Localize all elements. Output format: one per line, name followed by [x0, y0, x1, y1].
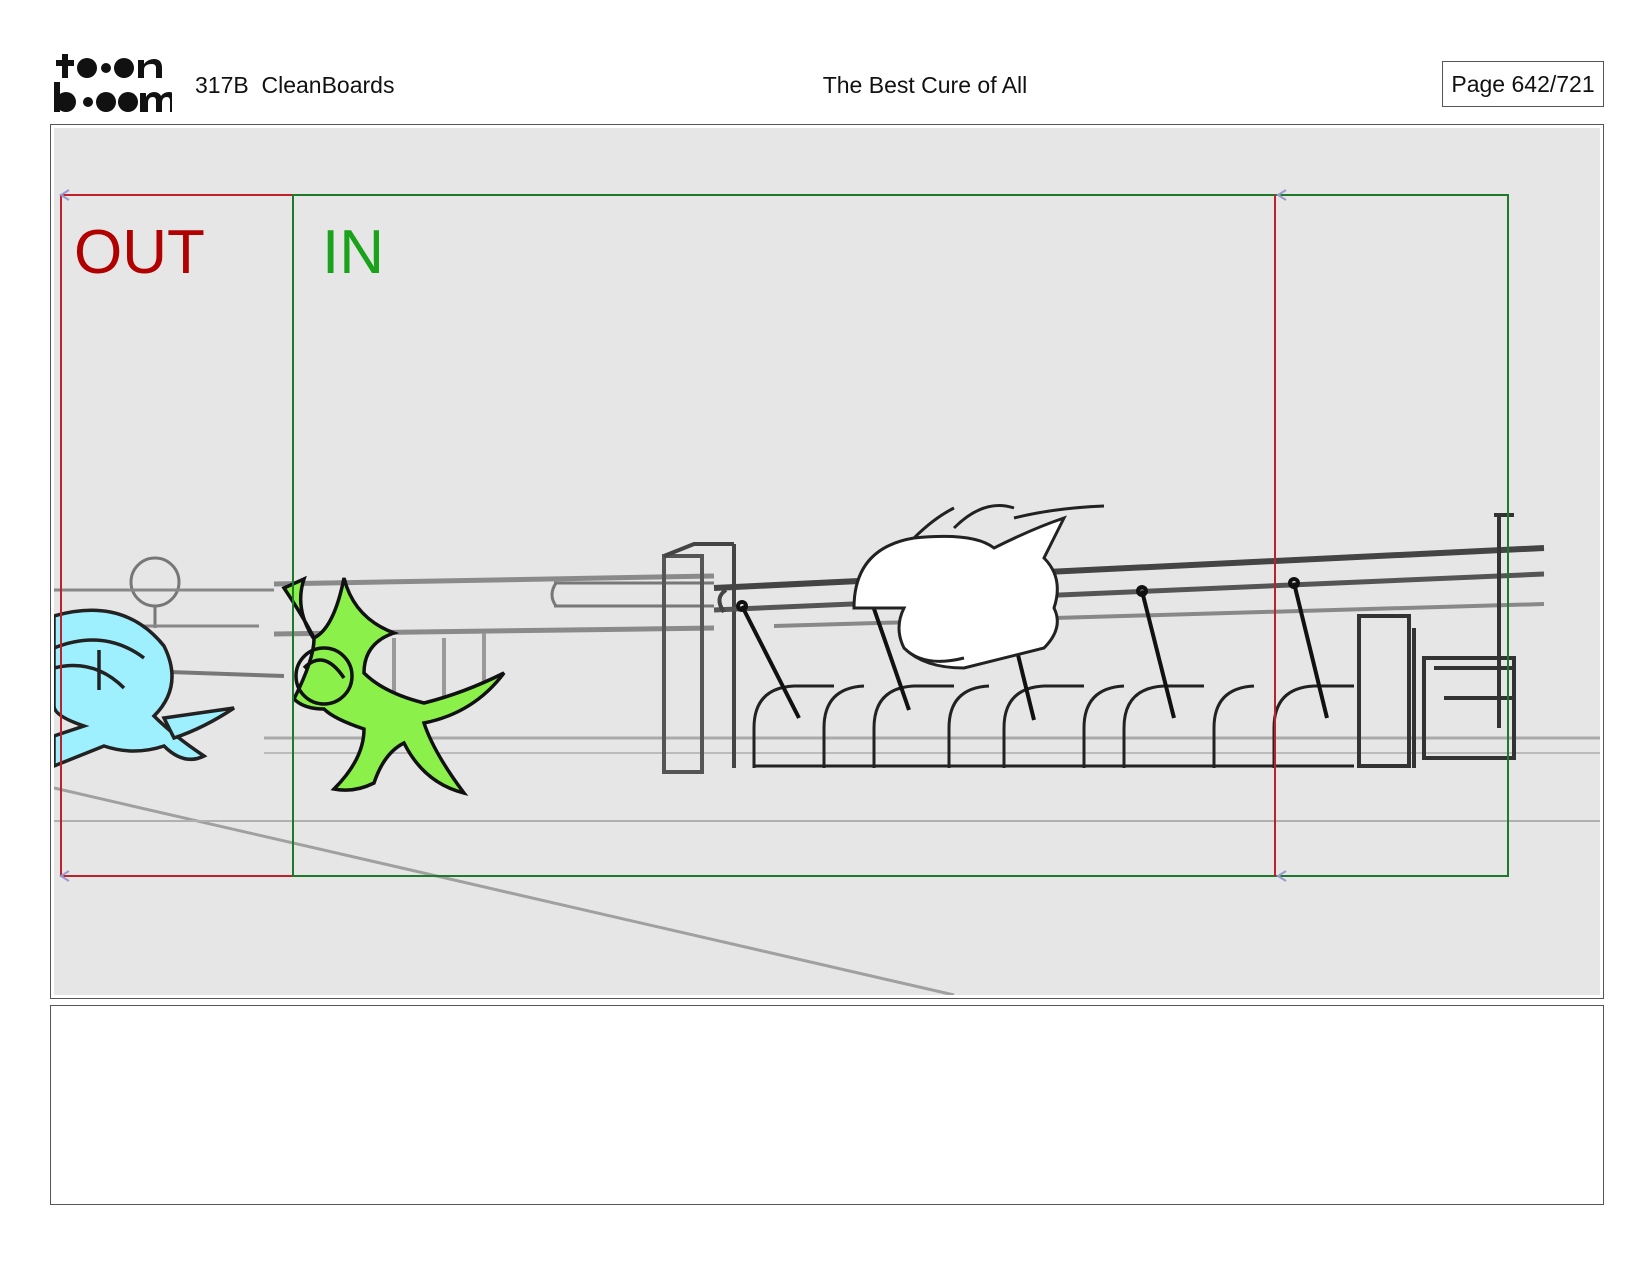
page-header: 317B CleanBoards The Best Cure of All Pa…: [0, 0, 1650, 120]
in-label: IN: [322, 218, 384, 287]
episode-title: The Best Cure of All: [822, 72, 1028, 98]
toonboom-logo-icon: [54, 54, 172, 112]
in-frame: [292, 194, 1509, 877]
panel-artwork: OUT IN: [54, 128, 1600, 995]
panel-notes-box: [50, 1005, 1604, 1205]
storyboard-panel: OUT IN: [50, 124, 1604, 999]
toonboom-logo: [52, 52, 172, 116]
out-label: OUT: [74, 218, 205, 287]
panel-sketch: [54, 189, 1600, 995]
page-number-box: Page 642/721: [1442, 61, 1604, 107]
document-title: 317B CleanBoards: [195, 72, 395, 98]
floor-line: [54, 786, 955, 995]
